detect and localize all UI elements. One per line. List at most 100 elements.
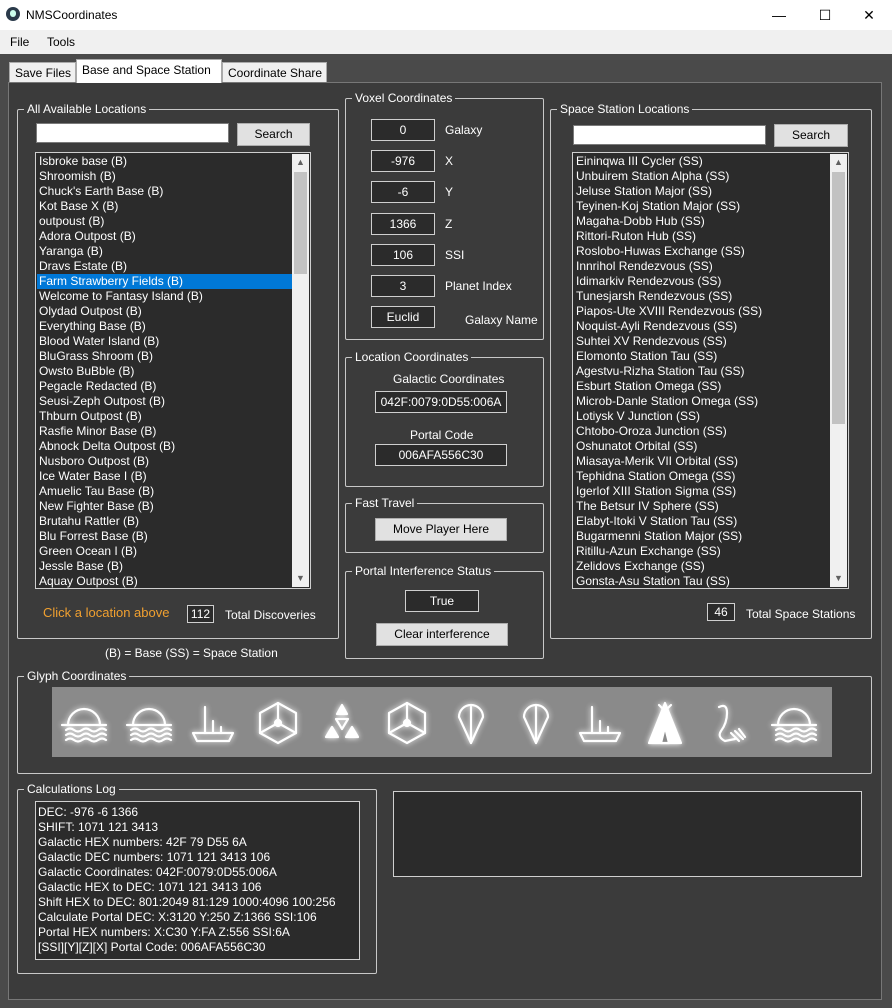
location-list-item[interactable]: Jessle Base (B) — [37, 559, 292, 574]
scroll-down-icon[interactable]: ▼ — [292, 570, 309, 587]
location-list-item[interactable]: Green Ocean I (B) — [37, 544, 292, 559]
station-search-button[interactable]: Search — [774, 124, 848, 147]
location-list-item[interactable]: Adora Outpost (B) — [37, 229, 292, 244]
station-list-item[interactable]: Elabyt-Itoki V Station Tau (SS) — [574, 514, 830, 529]
voxel-ssi-value[interactable]: 106 — [371, 244, 435, 266]
voxel-y-value[interactable]: -6 — [371, 181, 435, 203]
station-list-item[interactable]: Zelidovs Exchange (SS) — [574, 559, 830, 574]
station-list-item[interactable]: Lotiysk V Junction (SS) — [574, 409, 830, 424]
location-list-item[interactable]: Shroomish (B) — [37, 169, 292, 184]
menu-tools[interactable]: Tools — [47, 35, 75, 49]
calculations-log-textbox[interactable]: DEC: -976 -6 1366 SHIFT: 1071 121 3413 Gal… — [35, 801, 360, 960]
scroll-thumb[interactable] — [832, 172, 845, 424]
menu-file[interactable]: File — [10, 35, 29, 49]
station-list-item[interactable]: Tephidna Station Omega (SS) — [574, 469, 830, 484]
station-list-item[interactable]: Eininqwa III Cycler (SS) — [574, 154, 830, 169]
location-list-item[interactable]: Farm Strawberry Fields (B) — [37, 274, 292, 289]
tab-base-and-space-station[interactable]: Base and Space Station — [76, 59, 222, 83]
location-list-item[interactable]: Pegacle Redacted (B) — [37, 379, 292, 394]
location-list-item[interactable]: Aquay Outpost (B) — [37, 574, 292, 588]
location-list-item[interactable]: Blu Forrest Base (B) — [37, 529, 292, 544]
station-list-item[interactable]: Tunesjarsh Rendezvous (SS) — [574, 289, 830, 304]
location-list-item[interactable]: BluGrass Shroom (B) — [37, 349, 292, 364]
station-list-item[interactable]: The Betsur IV Sphere (SS) — [574, 499, 830, 514]
station-list-item[interactable]: Magaha-Dobb Hub (SS) — [574, 214, 830, 229]
station-search-input[interactable] — [573, 125, 766, 145]
station-list-item[interactable]: Ritillu-Azun Exchange (SS) — [574, 544, 830, 559]
location-list-item[interactable]: Thburn Outpost (B) — [37, 409, 292, 424]
location-list-item[interactable]: Seusi-Zeph Outpost (B) — [37, 394, 292, 409]
station-list-item[interactable]: Rittori-Ruton Hub (SS) — [574, 229, 830, 244]
location-list-item[interactable]: Everything Base (B) — [37, 319, 292, 334]
voxel-planet-index-value[interactable]: 3 — [371, 275, 435, 297]
location-list-item[interactable]: Chuck's Earth Base (B) — [37, 184, 292, 199]
voxel-ssi-label: SSI — [445, 248, 465, 262]
scroll-up-icon[interactable]: ▲ — [830, 154, 847, 171]
station-list-item[interactable]: Chtobo-Oroza Junction (SS) — [574, 424, 830, 439]
location-list-item[interactable]: Nusboro Outpost (B) — [37, 454, 292, 469]
location-list-item[interactable]: Olydad Outpost (B) — [37, 304, 292, 319]
location-list-item[interactable]: Isbroke base (B) — [37, 154, 292, 169]
location-list-item[interactable]: Abnock Delta Outpost (B) — [37, 439, 292, 454]
station-list-item[interactable]: Igerlof XIII Station Sigma (SS) — [574, 484, 830, 499]
location-list-item[interactable]: Brutahu Rattler (B) — [37, 514, 292, 529]
station-list-item[interactable]: Piapos-Ute XVIII Rendezvous (SS) — [574, 304, 830, 319]
station-list-item[interactable]: Teyinen-Koj Station Major (SS) — [574, 199, 830, 214]
tab-coordinate-share[interactable]: Coordinate Share — [222, 62, 327, 82]
voxel-x-value[interactable]: -976 — [371, 150, 435, 172]
station-list-item[interactable]: Esburt Station Omega (SS) — [574, 379, 830, 394]
location-list-item[interactable]: Dravs Estate (B) — [37, 259, 292, 274]
location-list-item[interactable]: Owsto BuBble (B) — [37, 364, 292, 379]
station-list-item[interactable]: Bugarmenni Station Major (SS) — [574, 529, 830, 544]
voxel-z-value[interactable]: 1366 — [371, 213, 435, 235]
boat-glyph-icon — [574, 697, 626, 749]
location-list-item[interactable]: Rasfie Minor Base (B) — [37, 424, 292, 439]
station-list-item[interactable]: Gonsta-Asu Station Tau (SS) — [574, 574, 830, 588]
log-line: SHIFT: 1071 121 3413 — [38, 820, 159, 834]
station-list-item[interactable]: Miasaya-Merik VII Orbital (SS) — [574, 454, 830, 469]
location-list-item[interactable]: outpoust (B) — [37, 214, 292, 229]
station-list-item[interactable]: Innrihol Rendezvous (SS) — [574, 259, 830, 274]
stations-scrollbar[interactable]: ▲ ▼ — [830, 154, 847, 587]
location-search-button[interactable]: Search — [237, 123, 310, 146]
tab-save-files[interactable]: Save Files — [9, 62, 76, 82]
locations-listbox[interactable]: Isbroke base (B) Shroomish (B) Chuck's Ear… — [35, 152, 311, 589]
station-list-item[interactable]: Roslobo-Huwas Exchange (SS) — [574, 244, 830, 259]
maximize-button[interactable]: ☐ — [802, 0, 848, 30]
sunset-glyph-icon — [768, 697, 820, 749]
message-textbox[interactable] — [393, 791, 862, 877]
station-list-item[interactable]: Noquist-Ayli Rendezvous (SS) — [574, 319, 830, 334]
scroll-up-icon[interactable]: ▲ — [292, 154, 309, 171]
station-list-item[interactable]: Microb-Danle Station Omega (SS) — [574, 394, 830, 409]
location-list-item[interactable]: Amuelic Tau Base (B) — [37, 484, 292, 499]
station-list-item[interactable]: Unbuirem Station Alpha (SS) — [574, 169, 830, 184]
location-list-item[interactable]: Blood Water Island (B) — [37, 334, 292, 349]
station-list-item[interactable]: Agestvu-Rizha Station Tau (SS) — [574, 364, 830, 379]
minimize-button[interactable]: — — [756, 0, 802, 30]
station-list-item[interactable]: Elomonto Station Tau (SS) — [574, 349, 830, 364]
glyph-strip — [52, 687, 832, 757]
portal-interference-value: True — [405, 590, 479, 612]
station-list-item[interactable]: Suhtei XV Rendezvous (SS) — [574, 334, 830, 349]
clear-interference-button[interactable]: Clear interference — [376, 623, 508, 646]
locations-scrollbar[interactable]: ▲ ▼ — [292, 154, 309, 587]
portal-code-value[interactable]: 006AFA556C30 — [375, 444, 507, 466]
location-search-input[interactable] — [36, 123, 229, 143]
station-list-item[interactable]: Idimarkiv Rendezvous (SS) — [574, 274, 830, 289]
voxel-galaxy-value[interactable]: 0 — [371, 119, 435, 141]
location-list-item[interactable]: Ice Water Base I (B) — [37, 469, 292, 484]
move-player-here-button[interactable]: Move Player Here — [375, 518, 507, 541]
location-list-item[interactable]: Yaranga (B) — [37, 244, 292, 259]
location-list-item[interactable]: New Fighter Base (B) — [37, 499, 292, 514]
close-button[interactable]: ✕ — [846, 0, 892, 30]
voxel-galaxy-name-value[interactable]: Euclid — [371, 306, 435, 328]
galactic-coordinates-value[interactable]: 042F:0079:0D55:006A — [375, 391, 507, 413]
station-list-item[interactable]: Jeluse Station Major (SS) — [574, 184, 830, 199]
stations-listbox[interactable]: Eininqwa III Cycler (SS) Unbuirem Station… — [572, 152, 849, 589]
scroll-down-icon[interactable]: ▼ — [830, 570, 847, 587]
drop-glyph-icon — [510, 697, 562, 749]
station-list-item[interactable]: Oshunatot Orbital (SS) — [574, 439, 830, 454]
scroll-thumb[interactable] — [294, 172, 307, 274]
location-list-item[interactable]: Kot Base X (B) — [37, 199, 292, 214]
location-list-item[interactable]: Welcome to Fantasy Island (B) — [37, 289, 292, 304]
